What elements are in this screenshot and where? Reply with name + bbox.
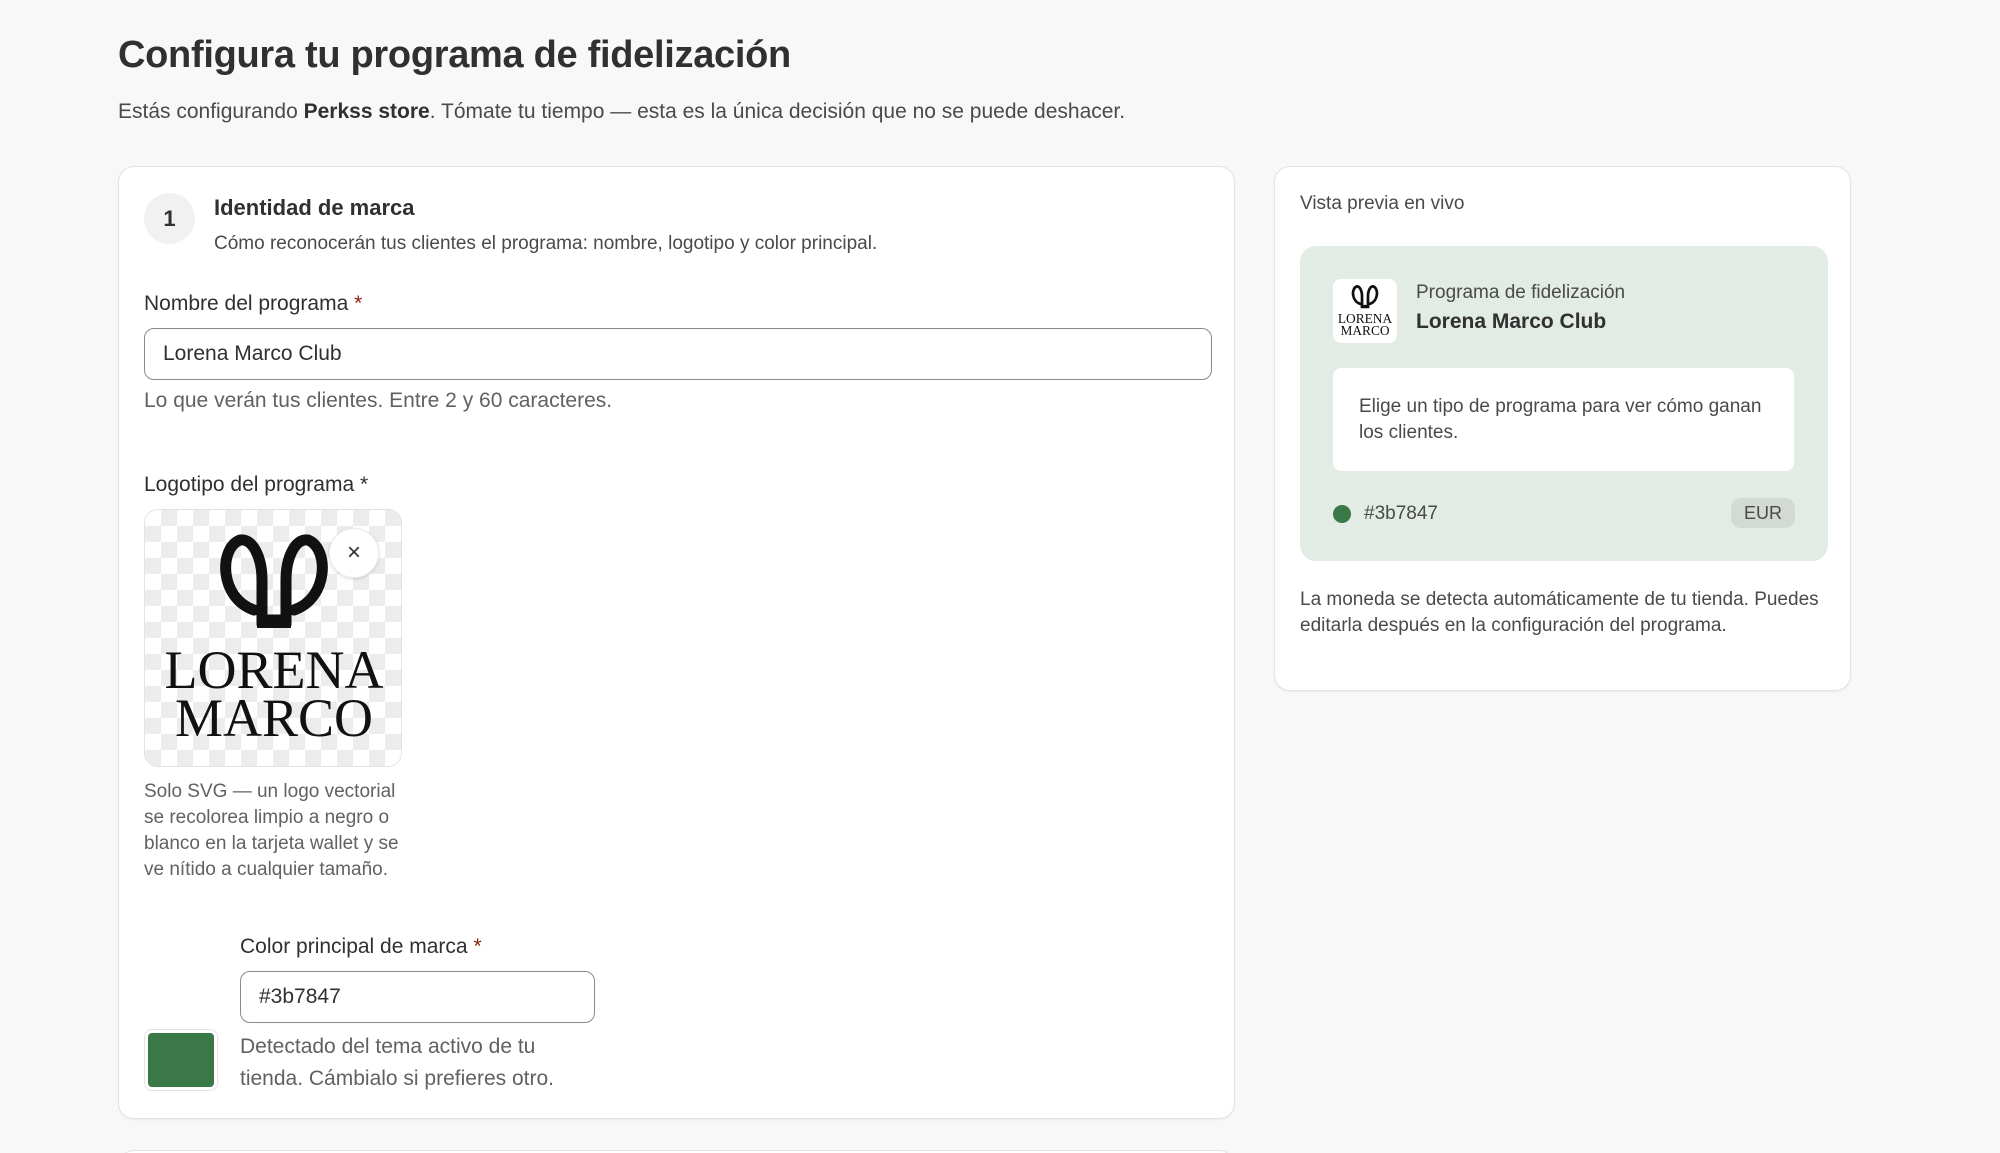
close-icon: × — [346, 539, 361, 566]
brand-identity-card: 1 Identidad de marca Cómo reconocerán tu… — [118, 166, 1235, 1119]
page-title: Configura tu programa de fidelización — [118, 34, 791, 76]
swatch-fill — [148, 1033, 214, 1087]
remove-logo-button[interactable]: × — [329, 528, 379, 578]
preview-program-name: Lorena Marco Club — [1416, 310, 1607, 333]
brand-color-dot — [1333, 505, 1351, 523]
logo-mark-icon — [220, 534, 328, 628]
logo-text-line2: MARCO — [175, 688, 373, 748]
store-name: Perkss store — [303, 100, 430, 123]
preview-label: Vista previa en vivo — [1300, 193, 1465, 214]
step-number-badge: 1 — [144, 193, 195, 244]
live-preview-card: Vista previa en vivo LORENA MARCO Progra… — [1274, 166, 1851, 691]
currency-badge: EUR — [1730, 498, 1795, 528]
logo-image: LORENA MARCO — [1338, 285, 1392, 338]
brand-color-help: Detectado del tema activo de tu tienda. … — [240, 1035, 554, 1090]
logo-help-text: Solo SVG — un logo vectorial se recolore… — [144, 781, 399, 880]
brand-color-swatch[interactable] — [144, 1029, 218, 1091]
page-subtitle: Estás configurando Perkss store. Tómate … — [118, 100, 1125, 124]
program-name-label: Nombre del programa * — [144, 292, 362, 316]
preview-message: Elige un tipo de programa para ver cómo … — [1333, 368, 1794, 471]
preview-logo: LORENA MARCO — [1333, 279, 1397, 343]
logo-label: Logotipo del programa * — [144, 473, 369, 496]
required-mark: * — [473, 935, 482, 958]
logo-text-line2: MARCO — [1340, 323, 1389, 338]
currency-note: La moneda se detecta automáticamente de … — [1300, 589, 1819, 636]
brand-color-label: Color principal de marca * — [240, 935, 482, 959]
logo-upload-area[interactable]: LORENA MARCO × — [144, 509, 402, 767]
logo-mark-icon — [1351, 285, 1379, 309]
required-mark: * — [354, 292, 363, 315]
program-name-input[interactable] — [144, 328, 1212, 380]
subtitle-text-after: . Tómate tu tiempo — esta es la única de… — [429, 100, 1126, 123]
subtitle-text: Estás configurando — [118, 100, 304, 123]
section-title: Identidad de marca — [214, 195, 415, 220]
preview-program-label: Programa de fidelización — [1416, 282, 1626, 303]
program-name-help: Lo que verán tus clientes. Entre 2 y 60 … — [144, 389, 613, 412]
preview-color-hex: #3b7847 — [1364, 503, 1438, 524]
preview-panel: LORENA MARCO Programa de fidelización Lo… — [1300, 246, 1828, 561]
section-description: Cómo reconocerán tus clientes el program… — [214, 233, 878, 254]
program-name-label-text: Nombre del programa — [144, 292, 349, 315]
brand-color-input[interactable] — [240, 971, 595, 1023]
brand-color-label-text: Color principal de marca — [240, 935, 468, 958]
